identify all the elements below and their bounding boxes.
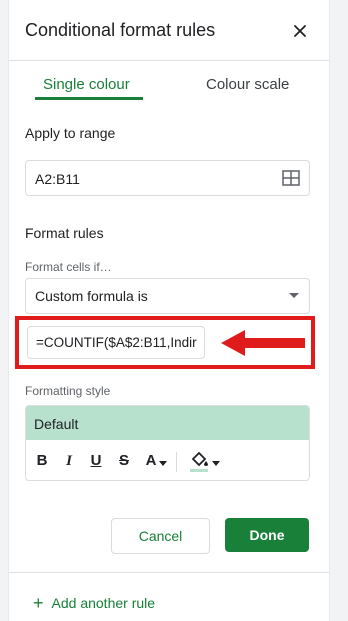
panel-title: Conditional format rules: [25, 20, 216, 40]
tab-single-colour[interactable]: Single colour: [43, 76, 130, 93]
active-tab-indicator: [35, 97, 143, 100]
add-another-rule-button[interactable]: + Add another rule: [33, 593, 155, 614]
range-input[interactable]: A2:B11: [25, 160, 310, 196]
add-rule-label: Add another rule: [51, 595, 156, 611]
arrow-left-icon: [221, 330, 305, 356]
format-cells-if-label: Format cells if…: [25, 260, 112, 274]
formatting-style-label: Formatting style: [25, 384, 111, 398]
conditional-format-panel: Conditional format rules Single colour C…: [8, 0, 330, 621]
bold-button[interactable]: B: [34, 450, 50, 472]
select-range-grid-icon[interactable]: [282, 170, 300, 186]
close-icon[interactable]: [291, 22, 309, 40]
panel-header: Conditional format rules: [9, 0, 329, 61]
divider: [9, 572, 329, 573]
apply-to-range-label: Apply to range: [25, 125, 116, 141]
condition-dropdown[interactable]: Custom formula is: [25, 278, 310, 314]
plus-icon: +: [33, 593, 44, 613]
cancel-button[interactable]: Cancel: [111, 518, 210, 554]
formatting-style-box: Default B I U S A: [25, 405, 310, 481]
underline-button[interactable]: U: [88, 450, 104, 472]
fill-color-icon[interactable]: [188, 448, 210, 472]
italic-button[interactable]: I: [61, 450, 77, 472]
chevron-down-icon: [159, 461, 167, 466]
chevron-down-icon: [289, 293, 299, 298]
format-rules-label: Format rules: [25, 225, 104, 241]
style-preview-text: Default: [34, 416, 79, 432]
range-value: A2:B11: [35, 171, 80, 187]
text-color-button[interactable]: A: [144, 450, 158, 472]
toolbar-divider: [176, 452, 177, 472]
tab-colour-scale[interactable]: Colour scale: [206, 76, 289, 93]
condition-value: Custom formula is: [35, 288, 148, 304]
done-button[interactable]: Done: [225, 518, 309, 552]
custom-formula-input[interactable]: =COUNTIF($A$2:B11,Indir: [27, 326, 205, 359]
formula-value: =COUNTIF($A$2:B11,Indir: [36, 335, 197, 350]
chevron-down-icon: [212, 461, 220, 466]
strikethrough-button[interactable]: S: [116, 450, 132, 472]
style-preview[interactable]: Default: [26, 406, 309, 440]
